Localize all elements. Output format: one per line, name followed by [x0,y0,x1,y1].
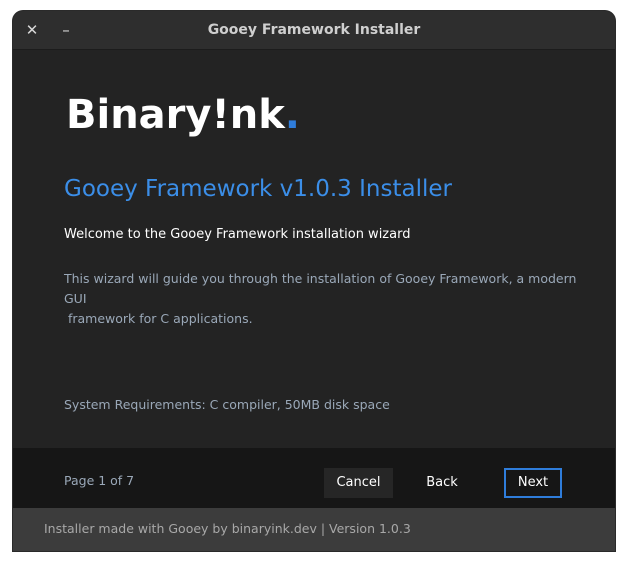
status-text: Installer made with Gooey by binaryink.d… [44,521,411,536]
page-title: Gooey Framework v1.0.3 Installer [64,176,452,202]
back-button[interactable]: Back [410,468,474,498]
description-line-1: This wizard will guide you through the i… [64,271,577,306]
logo-text: Binary!nk [66,92,285,138]
description-text: This wizard will guide you through the i… [64,269,584,329]
wizard-content: Binary!nk. Gooey Framework v1.0.3 Instal… [13,50,615,448]
system-requirements: System Requirements: C compiler, 50MB di… [64,397,390,412]
page-indicator: Page 1 of 7 [64,473,135,488]
status-bar: Installer made with Gooey by binaryink.d… [13,508,615,551]
title-bar: ✕ – Gooey Framework Installer [13,11,615,50]
cancel-button[interactable]: Cancel [324,468,393,498]
description-line-2: framework for C applications. [64,311,253,326]
wizard-footer: Page 1 of 7 Cancel Back Next [13,448,615,508]
logo-dot: . [284,92,300,138]
installer-window: ✕ – Gooey Framework Installer Binary!nk.… [13,11,615,551]
binaryink-logo: Binary!nk. [66,90,300,140]
next-button[interactable]: Next [504,468,562,498]
window-title: Gooey Framework Installer [207,22,421,38]
welcome-text: Welcome to the Gooey Framework installat… [64,227,411,242]
